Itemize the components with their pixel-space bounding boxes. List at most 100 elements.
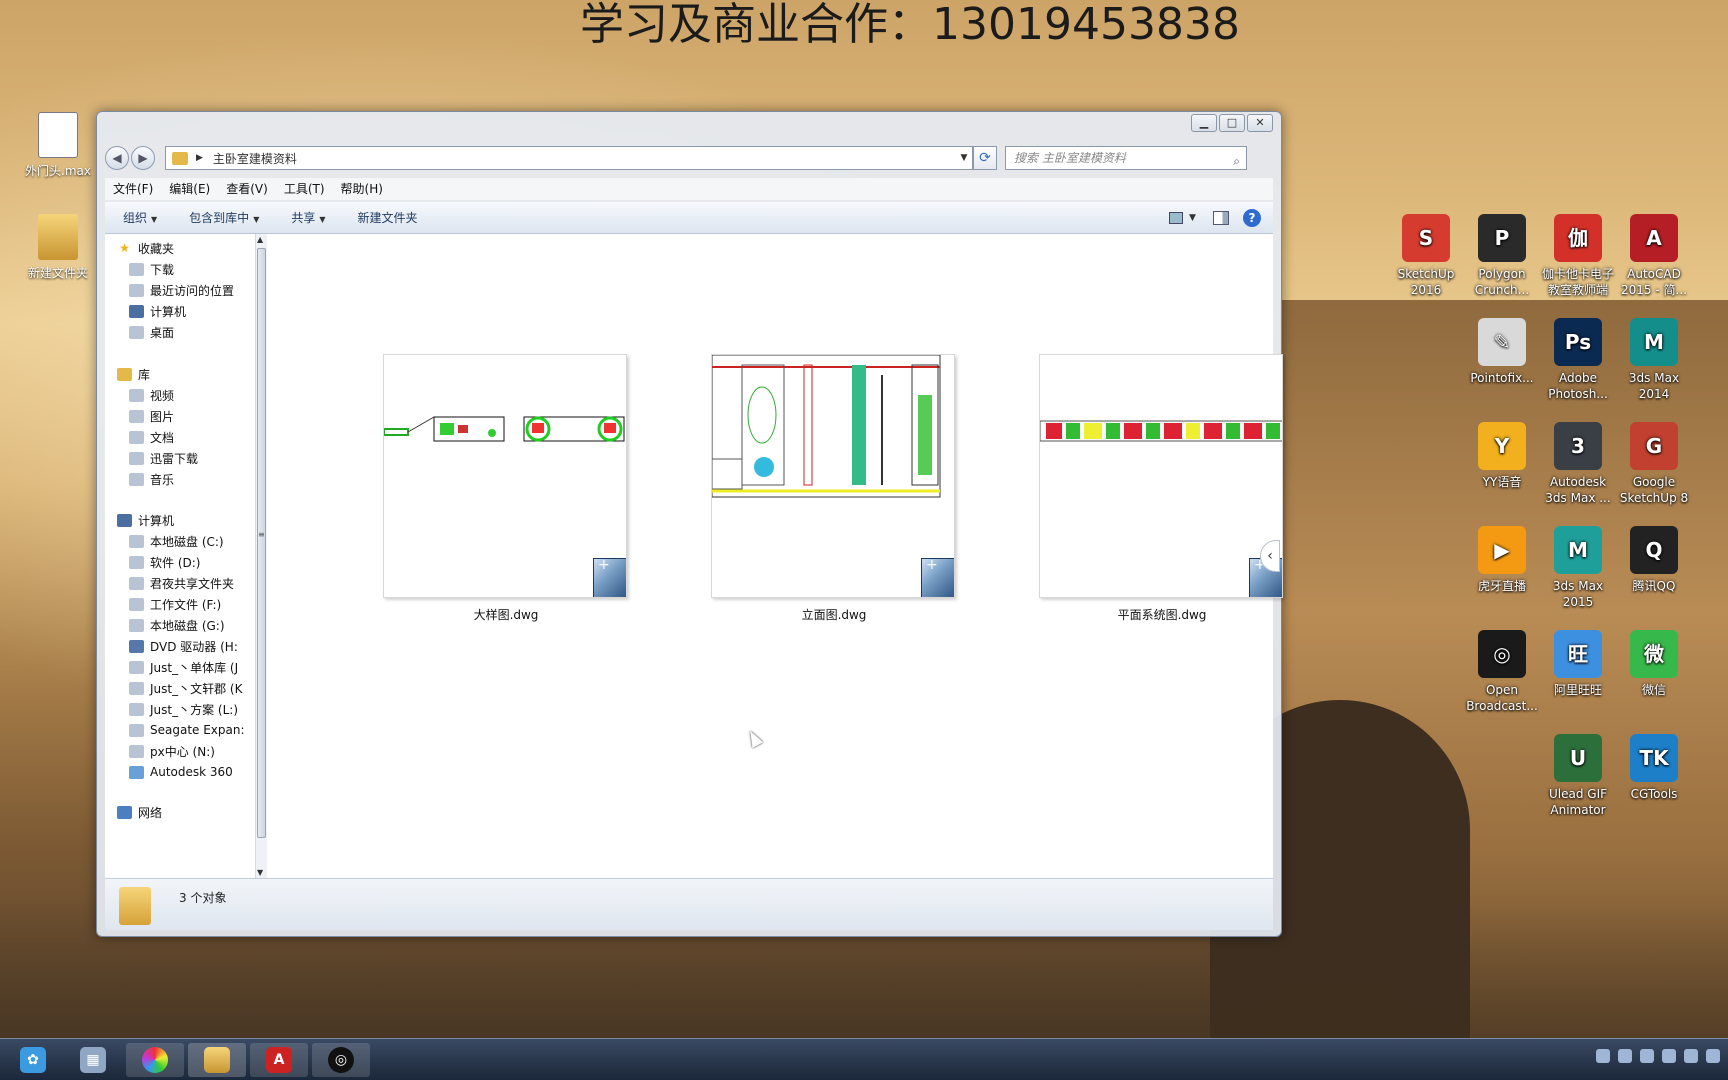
drive-c-icon bbox=[129, 534, 144, 548]
nav-item[interactable]: px中心 (N:) bbox=[129, 741, 215, 761]
menu-help[interactable]: 帮助(H) bbox=[341, 178, 383, 200]
nav-item[interactable]: Autodesk 360 bbox=[129, 762, 233, 782]
close-button[interactable]: ✕ bbox=[1247, 114, 1273, 132]
desktop-shortcut[interactable]: U Ulead GIF Animator bbox=[1540, 734, 1616, 818]
shield-icon[interactable] bbox=[1618, 1049, 1632, 1063]
nav-scrollbar[interactable]: ▲ ≡ ▼ bbox=[255, 234, 267, 878]
nav-group[interactable]: ★ 收藏夹 bbox=[117, 238, 174, 258]
nav-item[interactable]: 音乐 bbox=[129, 469, 174, 489]
nav-item[interactable]: Just_丶方案 (L:) bbox=[129, 699, 238, 719]
share-button[interactable]: 共享 ▼ bbox=[273, 209, 339, 226]
nav-item[interactable]: 计算机 bbox=[129, 301, 186, 321]
new-folder-button[interactable]: 新建文件夹 bbox=[340, 209, 432, 226]
app-icon: U bbox=[1554, 734, 1602, 782]
file-name[interactable]: 平面系统图.dwg bbox=[1039, 606, 1285, 623]
menu-file[interactable]: 文件(F) bbox=[113, 178, 153, 200]
scroll-down-icon[interactable]: ▼ bbox=[257, 868, 263, 877]
include-in-library-button[interactable]: 包含到库中 ▼ bbox=[171, 209, 273, 226]
app-icon: M bbox=[1554, 526, 1602, 574]
nav-item[interactable]: 本地磁盘 (C:) bbox=[129, 531, 224, 551]
file-thumbnail bbox=[711, 354, 955, 598]
nav-item[interactable]: 下载 bbox=[129, 259, 174, 279]
volume-icon[interactable] bbox=[1684, 1049, 1698, 1063]
desktop-shortcut[interactable]: A AutoCAD 2015 - 简... bbox=[1616, 214, 1692, 298]
search-placeholder: 搜索 主卧室建模资料 bbox=[1014, 151, 1126, 165]
menu-tools[interactable]: 工具(T) bbox=[284, 178, 325, 200]
minimize-button[interactable]: ▁ bbox=[1191, 114, 1217, 132]
desktop-shortcut[interactable]: TK CGTools bbox=[1616, 734, 1692, 802]
desktop-shortcut[interactable]: 伽伽卡他卡电子教室教师端 bbox=[1540, 214, 1616, 298]
breadcrumb-current[interactable]: 主卧室建模资料 bbox=[213, 150, 297, 167]
desktop-shortcut[interactable]: ◎ Open Broadcast... bbox=[1464, 630, 1540, 714]
scroll-thumb[interactable] bbox=[257, 248, 266, 838]
desktop-shortcut[interactable]: ✎ Pointofix... bbox=[1464, 318, 1540, 386]
explorer-window[interactable]: ▁ □ ✕ ◀ ▶ ▶ 主卧室建模资料 ▼ ⟳ 搜索 主卧室建模资料 ⌕ 文件(… bbox=[96, 111, 1285, 937]
nav-item[interactable]: 君夜共享文件夹 bbox=[129, 573, 234, 593]
nav-item[interactable]: 图片 bbox=[129, 406, 174, 426]
desktop-shortcut[interactable]: M 3ds Max 2014 bbox=[1616, 318, 1692, 402]
desktop-shortcut[interactable]: P Polygon Crunch... bbox=[1464, 214, 1540, 298]
desktop-shortcut[interactable]: Ps Adobe Photosh... bbox=[1540, 318, 1616, 402]
nav-item[interactable]: 视频 bbox=[129, 385, 174, 405]
menu-edit[interactable]: 编辑(E) bbox=[169, 178, 210, 200]
desktop-shortcut[interactable]: 微微信 bbox=[1616, 630, 1692, 698]
desktop-shortcut[interactable]: M 3ds Max 2015 bbox=[1540, 526, 1616, 610]
menu-view[interactable]: 查看(V) bbox=[226, 178, 268, 200]
desktop-shortcut[interactable]: ▶ 虎牙直播 bbox=[1464, 526, 1540, 594]
taskbar-obs[interactable]: ◎ bbox=[312, 1043, 370, 1077]
drive-icon bbox=[129, 723, 144, 737]
nav-item[interactable]: 迅雷下载 bbox=[129, 448, 198, 468]
nav-item[interactable]: 最近访问的位置 bbox=[129, 280, 234, 300]
tray-icon[interactable] bbox=[1640, 1049, 1654, 1063]
nav-item[interactable]: DVD 驱动器 (H: bbox=[129, 636, 238, 656]
taskbar-explorer[interactable] bbox=[188, 1043, 246, 1077]
desktop-shortcut[interactable]: 旺阿里旺旺 bbox=[1540, 630, 1616, 698]
taskbar-calculator[interactable]: ▦ bbox=[64, 1043, 122, 1077]
change-view-button[interactable]: ▼ bbox=[1169, 210, 1199, 226]
file-item[interactable]: 平面系统图.dwg bbox=[1039, 354, 1285, 623]
nav-item[interactable]: Seagate Expan: bbox=[129, 720, 245, 740]
nav-group[interactable]: 网络 bbox=[117, 802, 162, 822]
preview-pane-button[interactable] bbox=[1213, 210, 1229, 225]
taskbar-autocad[interactable]: A bbox=[250, 1043, 308, 1077]
address-bar[interactable]: ▶ 主卧室建模资料 ▼ bbox=[165, 146, 973, 170]
tray-icon[interactable] bbox=[1596, 1049, 1610, 1063]
file-name[interactable]: 大样图.dwg bbox=[383, 606, 629, 623]
back-button[interactable]: ◀ bbox=[105, 146, 129, 170]
desktop-shortcut[interactable]: Q 腾讯QQ bbox=[1616, 526, 1692, 594]
nav-item[interactable]: 工作文件 (F:) bbox=[129, 594, 221, 614]
nav-group[interactable]: 库 bbox=[117, 364, 150, 384]
desktop-shortcut[interactable]: S SketchUp 2016 bbox=[1388, 214, 1464, 298]
taskbar-colorful-app[interactable] bbox=[126, 1043, 184, 1077]
desktop-icon-max-file[interactable]: 外门头.max bbox=[18, 112, 98, 179]
breadcrumb-arrow-icon[interactable]: ▶ bbox=[196, 153, 203, 163]
app-icon: ▶ bbox=[1478, 526, 1526, 574]
organize-button[interactable]: 组织 ▼ bbox=[105, 209, 171, 226]
nav-item[interactable]: 文档 bbox=[129, 427, 174, 447]
nav-group[interactable]: 计算机 bbox=[117, 510, 174, 530]
nav-item[interactable]: 本地磁盘 (G:) bbox=[129, 615, 225, 635]
refresh-button[interactable]: ⟳ bbox=[973, 146, 997, 170]
desktop-shortcut[interactable]: 3 Autodesk 3ds Max ... bbox=[1540, 422, 1616, 506]
taskbar-start[interactable]: ✿ bbox=[4, 1043, 62, 1077]
nav-item[interactable]: 桌面 bbox=[129, 322, 174, 342]
search-input[interactable]: 搜索 主卧室建模资料 ⌕ bbox=[1005, 146, 1247, 170]
forward-button[interactable]: ▶ bbox=[131, 146, 155, 170]
maximize-button[interactable]: □ bbox=[1219, 114, 1245, 132]
desktop-shortcut-label: Google SketchUp 8 bbox=[1619, 475, 1689, 505]
desktop-shortcut[interactable]: Y YY语音 bbox=[1464, 422, 1540, 490]
file-item[interactable]: 立面图.dwg bbox=[711, 354, 957, 623]
search-icon[interactable]: ⌕ bbox=[1233, 150, 1240, 172]
nav-item[interactable]: Just_丶单体库 (J bbox=[129, 657, 238, 677]
network-icon[interactable] bbox=[1706, 1049, 1720, 1063]
nav-item[interactable]: 软件 (D:) bbox=[129, 552, 200, 572]
desktop-shortcut[interactable]: G Google SketchUp 8 bbox=[1616, 422, 1692, 506]
desktop-icon-new-folder[interactable]: 新建文件夹 bbox=[18, 214, 98, 281]
chevron-down-icon[interactable]: ▼ bbox=[956, 153, 972, 163]
help-button[interactable]: ? bbox=[1243, 208, 1261, 227]
file-item[interactable]: 大样图.dwg bbox=[383, 354, 629, 623]
tray-icon[interactable] bbox=[1662, 1049, 1676, 1063]
nav-item[interactable]: Just_丶文轩郡 (K bbox=[129, 678, 242, 698]
file-name[interactable]: 立面图.dwg bbox=[711, 606, 957, 623]
scroll-up-icon[interactable]: ▲ bbox=[257, 235, 263, 244]
